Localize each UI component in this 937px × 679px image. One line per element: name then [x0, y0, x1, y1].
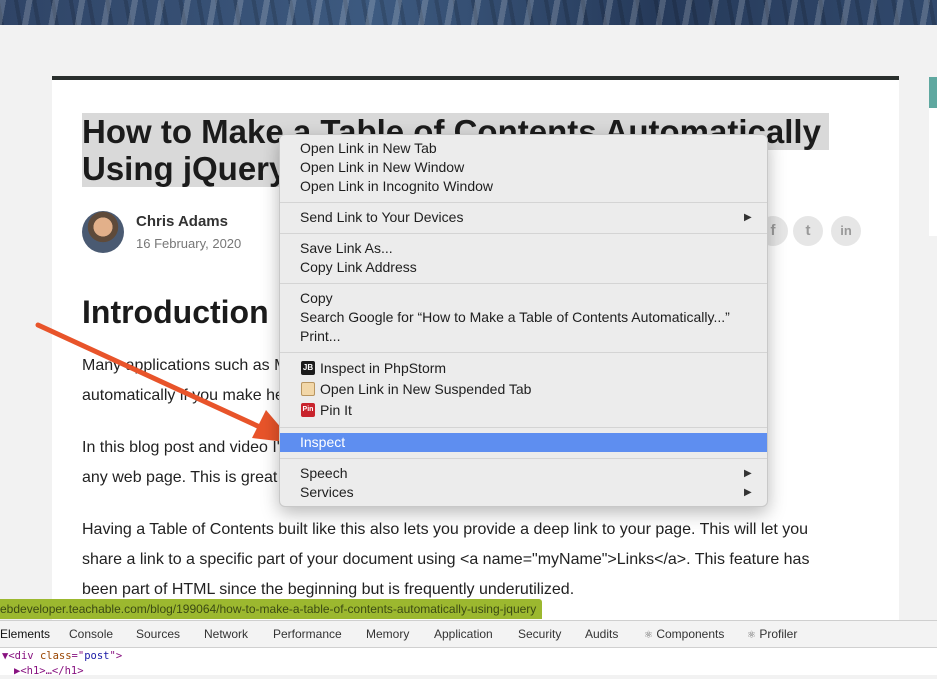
menu-label: Search Google for “How to Make a Table o…: [300, 309, 730, 325]
paragraph-line: Having a Table of Contents built like th…: [82, 521, 809, 538]
linkedin-icon[interactable]: in: [831, 216, 861, 246]
menu-item-speech[interactable]: Speech ▶: [280, 464, 767, 483]
menu-label: Services: [300, 484, 354, 500]
menu-item-services[interactable]: Services ▶: [280, 483, 767, 502]
menu-item-open-incognito[interactable]: Open Link in Incognito Window: [280, 177, 767, 196]
tab-application[interactable]: Application: [434, 621, 493, 647]
pinterest-icon: Pin: [301, 403, 315, 417]
context-menu: Open Link in New Tab Open Link in New Wi…: [279, 134, 768, 507]
section-heading: Introduction: [82, 294, 269, 330]
tab-security[interactable]: Security: [518, 621, 561, 647]
tab-elements[interactable]: Elements: [0, 621, 50, 647]
dom-attr-value: post: [84, 650, 110, 662]
menu-label: Open Link in New Tab: [300, 140, 437, 156]
submenu-arrow-icon: ▶: [744, 487, 752, 498]
phpstorm-icon: JB: [301, 361, 315, 375]
menu-item-inspect[interactable]: Inspect: [280, 433, 767, 452]
menu-item-inspect-phpstorm[interactable]: JB Inspect in PhpStorm: [280, 359, 767, 378]
tab-memory[interactable]: Memory: [366, 621, 409, 647]
menu-label: Send Link to Your Devices: [300, 209, 464, 225]
menu-item-open-suspended[interactable]: Open Link in New Suspended Tab: [280, 380, 767, 399]
tab-components-label: Components: [656, 627, 725, 641]
menu-label: Pin It: [320, 402, 352, 418]
author-name: Chris Adams: [136, 213, 228, 230]
menu-item-open-new-window[interactable]: Open Link in New Window: [280, 158, 767, 177]
dom-attr-name: class: [39, 650, 72, 662]
submenu-arrow-icon: ▶: [744, 468, 752, 479]
devtools-tab-bar: Elements Console Sources Network Perform…: [0, 621, 937, 648]
menu-separator: [280, 233, 767, 234]
menu-separator: [280, 427, 767, 428]
tab-audits[interactable]: Audits: [585, 621, 618, 647]
menu-separator: [280, 458, 767, 459]
menu-item-copy-link-address[interactable]: Copy Link Address: [280, 258, 767, 277]
menu-item-copy[interactable]: Copy: [280, 289, 767, 308]
menu-label: Copy: [300, 290, 333, 306]
menu-separator: [280, 202, 767, 203]
paragraph-line: share a link to a specific part of your …: [82, 551, 810, 568]
dom-node-div[interactable]: ▼<div class="post">: [2, 649, 122, 664]
header-banner: [0, 0, 937, 25]
dom-attr-eq: =": [71, 650, 85, 662]
tab-profiler[interactable]: ⚛ Profiler: [747, 621, 797, 647]
author-date: 16 February, 2020: [136, 236, 242, 251]
tab-components[interactable]: ⚛ Components: [644, 621, 724, 647]
menu-item-save-link-as[interactable]: Save Link As...: [280, 239, 767, 258]
menu-label: Open Link in New Window: [300, 159, 465, 175]
sidebar-panel: [929, 108, 937, 236]
tab-network[interactable]: Network: [204, 621, 248, 647]
menu-item-send-to-devices[interactable]: Send Link to Your Devices ▶: [280, 208, 767, 227]
dom-tag: ▼<div: [2, 650, 40, 662]
menu-label: Speech: [300, 465, 348, 481]
menu-label: Inspect: [300, 434, 346, 450]
react-icon: ⚛: [644, 630, 653, 641]
suspender-icon: [301, 382, 315, 396]
menu-item-search-google[interactable]: Search Google for “How to Make a Table o…: [280, 308, 767, 327]
devtools-panel: Elements Console Sources Network Perform…: [0, 620, 937, 677]
dom-node-h1[interactable]: ▶<h1>…</h1>: [14, 664, 84, 679]
menu-separator: [280, 283, 767, 284]
menu-separator: [280, 352, 767, 353]
dom-tag-close: ">: [109, 650, 123, 662]
tab-profiler-label: Profiler: [759, 627, 798, 641]
menu-item-print[interactable]: Print...: [280, 327, 767, 346]
menu-label: Copy Link Address: [300, 259, 417, 275]
tab-sources[interactable]: Sources: [136, 621, 180, 647]
menu-label: Save Link As...: [300, 240, 393, 256]
submenu-arrow-icon: ▶: [744, 212, 752, 223]
sidebar-accent: [929, 77, 937, 108]
tab-performance[interactable]: Performance: [273, 621, 342, 647]
status-url-bar: ebdeveloper.teachable.com/blog/199064/ho…: [0, 599, 543, 619]
menu-item-pin-it[interactable]: Pin Pin It: [280, 401, 767, 420]
avatar: [82, 211, 124, 253]
menu-label: Open Link in Incognito Window: [300, 178, 493, 194]
twitter-icon[interactable]: t: [793, 216, 823, 246]
menu-item-open-new-tab[interactable]: Open Link in New Tab: [280, 139, 767, 158]
tab-console[interactable]: Console: [69, 621, 113, 647]
react-icon: ⚛: [747, 630, 756, 641]
menu-label: Open Link in New Suspended Tab: [320, 381, 532, 397]
menu-label: Inspect in PhpStorm: [320, 360, 447, 376]
menu-label: Print...: [300, 328, 341, 344]
